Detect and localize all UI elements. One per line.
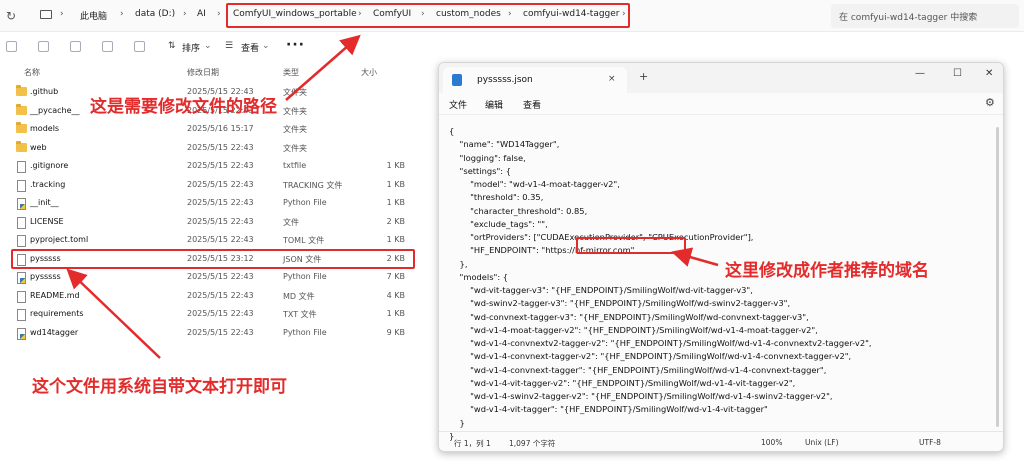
domain-arrow [671,247,719,267]
file-arrow [66,268,161,359]
annotation-arrows [66,34,719,359]
path-arrow [285,34,361,101]
